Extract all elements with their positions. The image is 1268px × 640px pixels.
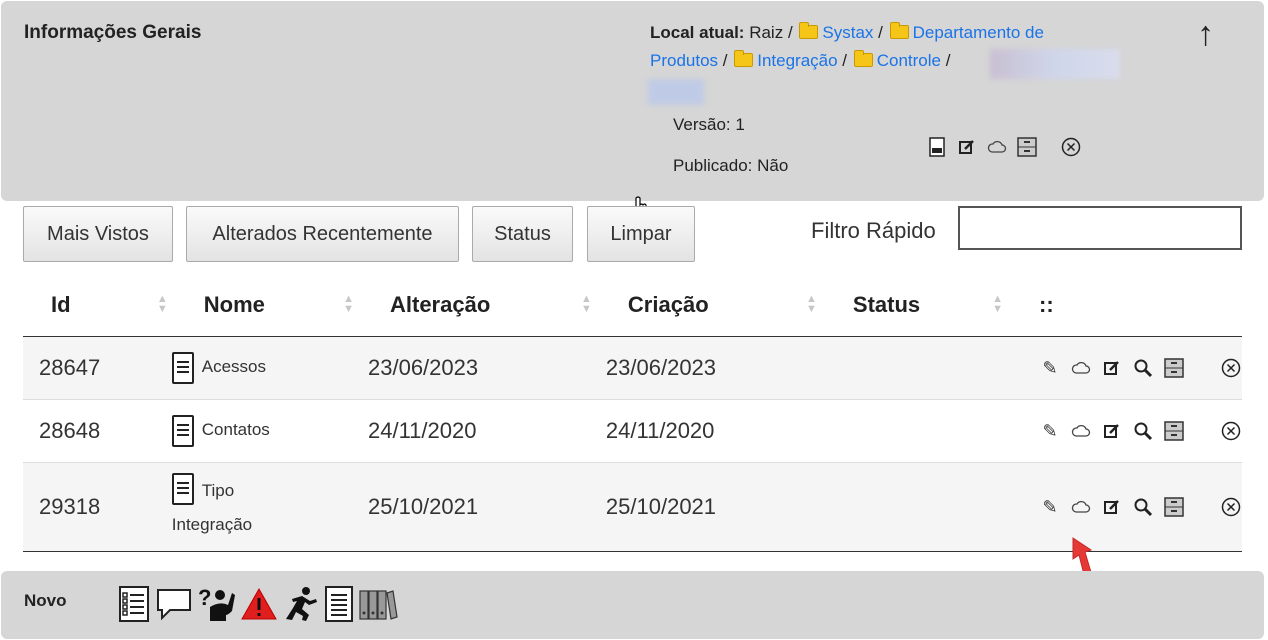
column-header-altered[interactable]: Alteração ▲ ▼ [368, 274, 606, 337]
cell-id: 28648 [23, 399, 182, 463]
cell-created: 23/06/2023 [605, 336, 831, 400]
version-text: Versão: 1 [673, 115, 745, 134]
cell-status [830, 399, 1017, 463]
new-item-icons: ? [118, 585, 398, 631]
edit-icon[interactable] [956, 136, 978, 158]
cell-name[interactable]: Acessos [171, 336, 368, 400]
delete-icon[interactable] [1220, 357, 1242, 379]
sort-icon[interactable]: ▲ ▼ [343, 294, 354, 315]
table-row: 28647 Acessos 23/06/2023 23/06/2023 ✎ [23, 336, 1242, 400]
cabinet-icon[interactable] [1163, 496, 1185, 518]
top-actions [926, 136, 1082, 158]
quick-filter-input[interactable] [958, 206, 1242, 250]
document-icon [171, 415, 194, 447]
breadcrumb-controle[interactable]: Controle [877, 51, 941, 70]
cell-actions: ✎ [1017, 399, 1242, 463]
table-row: 29318 Tipo Integração 25/10/2021 25/10/2… [23, 462, 1242, 552]
question-person-icon[interactable]: ? [198, 585, 236, 631]
sort-icon[interactable]: ▲ ▼ [581, 294, 592, 315]
cell-id: 28647 [23, 336, 182, 400]
search-icon[interactable] [1132, 496, 1154, 518]
cloud-icon[interactable] [1070, 496, 1092, 518]
cell-status [830, 462, 1017, 552]
cloud-icon[interactable] [986, 136, 1008, 158]
warning-icon[interactable] [240, 587, 278, 629]
cell-name[interactable]: Tipo Integração [171, 462, 368, 552]
panel-title: Informações Gerais [24, 22, 202, 43]
search-icon[interactable] [1132, 420, 1154, 442]
search-icon[interactable] [1132, 357, 1154, 379]
cabinet-icon[interactable] [1163, 420, 1185, 442]
cell-id: 29318 [23, 462, 182, 552]
cell-name[interactable]: Contatos [171, 399, 368, 463]
cell-altered: 23/06/2023 [368, 336, 606, 400]
sort-icon[interactable]: ▲ ▼ [992, 294, 1003, 315]
document-icon [171, 352, 194, 384]
speech-bubble-icon[interactable] [154, 586, 194, 630]
close-icon[interactable] [1060, 136, 1082, 158]
delete-icon[interactable] [1220, 420, 1242, 442]
edit-icon[interactable] [1101, 496, 1123, 518]
recently-altered-button[interactable]: Alterados Recentemente [186, 206, 459, 262]
breadcrumb-integracao[interactable]: Integração [757, 51, 837, 70]
pencil-icon[interactable]: ✎ [1039, 496, 1061, 518]
column-header-status[interactable]: Status ▲ ▼ [830, 274, 1017, 337]
edit-icon[interactable] [1101, 357, 1123, 379]
column-header-created[interactable]: Criação ▲ ▼ [605, 274, 831, 337]
redacted-crumb-2 [648, 79, 704, 105]
folder-icon [889, 22, 909, 39]
document-icon [171, 473, 194, 505]
cabinet-icon[interactable] [1016, 136, 1038, 158]
column-header-name[interactable]: Nome ▲ ▼ [181, 274, 368, 337]
breadcrumb-root: Raiz [749, 23, 784, 42]
pencil-icon[interactable]: ✎ [1039, 357, 1061, 379]
cell-created: 24/11/2020 [605, 399, 831, 463]
cell-altered: 24/11/2020 [368, 399, 606, 463]
column-header-id[interactable]: Id ▲ ▼ [23, 274, 182, 337]
general-info-panel: Informações Gerais Local atual: Raiz / S… [1, 1, 1264, 201]
status-button[interactable]: Status [472, 206, 573, 262]
pencil-icon[interactable]: ✎ [1039, 420, 1061, 442]
binders-icon[interactable] [358, 587, 398, 629]
published-text: Publicado: Não [673, 156, 789, 175]
edit-icon[interactable] [1101, 420, 1123, 442]
folder-icon [734, 50, 754, 67]
redacted-crumb [990, 49, 1120, 79]
checklist-icon[interactable] [118, 585, 150, 631]
cell-created: 25/10/2021 [605, 462, 831, 552]
new-label: Novo [24, 591, 67, 610]
cell-altered: 25/10/2021 [368, 462, 606, 552]
sort-icon[interactable]: ▲ ▼ [157, 294, 168, 315]
clear-button[interactable]: Limpar [587, 206, 695, 262]
folder-icon [799, 22, 819, 39]
svg-text:?: ? [198, 585, 211, 610]
delete-icon[interactable] [1220, 496, 1242, 518]
publish-icon[interactable] [926, 136, 948, 158]
documents-table: Id ▲ ▼ Nome ▲ ▼ Alteração ▲ ▼ Criação ▲ ▼ Status… [23, 274, 1242, 552]
document-icon[interactable] [324, 585, 354, 631]
new-items-bar: Novo ? [1, 571, 1264, 639]
cabinet-icon[interactable] [1163, 357, 1185, 379]
table-row: 28648 Contatos 24/11/2020 24/11/2020 ✎ [23, 399, 1242, 463]
cloud-icon[interactable] [1070, 420, 1092, 442]
sort-icon[interactable]: ▲ ▼ [806, 294, 817, 315]
breadcrumb-systax[interactable]: Systax [822, 23, 873, 42]
cloud-icon[interactable] [1070, 357, 1092, 379]
quick-filter-label: Filtro Rápido [811, 218, 936, 243]
most-viewed-button[interactable]: Mais Vistos [23, 206, 173, 262]
up-arrow-icon[interactable]: ↑ [1197, 15, 1214, 54]
location-label: Local atual: [650, 23, 745, 42]
cell-status [830, 336, 1017, 400]
cell-actions: ✎ [1017, 462, 1242, 552]
cell-actions: ✎ [1017, 336, 1242, 400]
column-header-actions: :: [1017, 274, 1242, 337]
running-person-icon[interactable] [282, 585, 320, 631]
folder-icon [853, 50, 873, 67]
